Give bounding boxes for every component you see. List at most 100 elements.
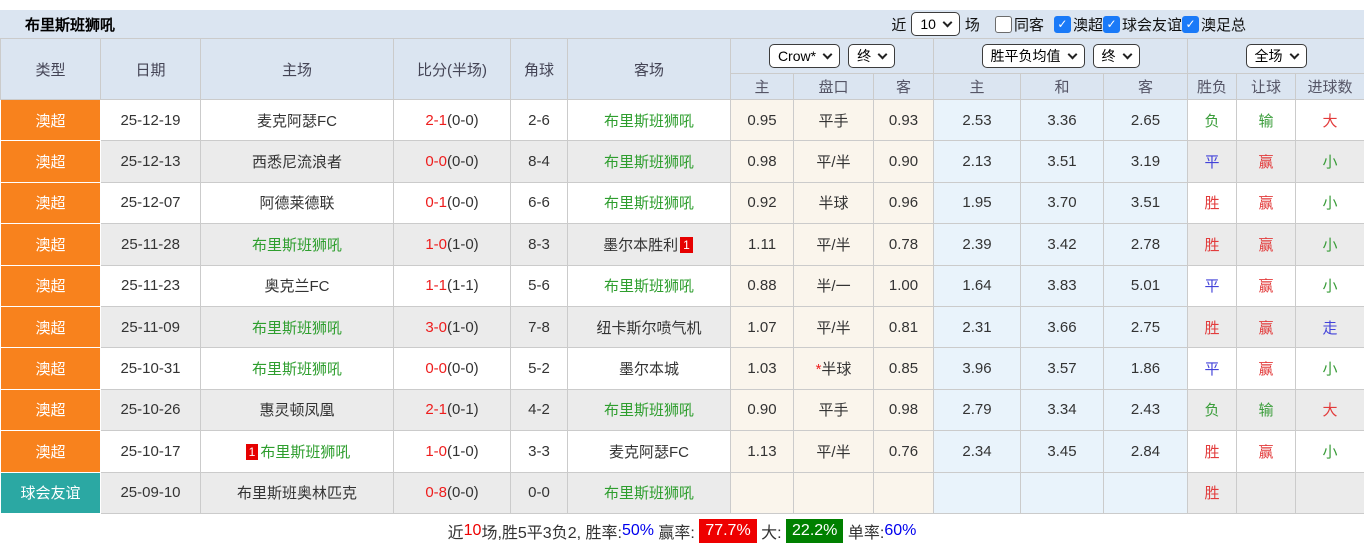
cell-odds-handicap: 平/半 — [794, 306, 874, 347]
sub-header-handicap: 盘口 — [794, 74, 874, 100]
sub-header-avg-draw: 和 — [1021, 74, 1104, 100]
cell-away-team: 麦克阿瑟FC — [568, 431, 731, 472]
cell-corners: 3-3 — [511, 431, 568, 472]
cell-result-goals: 大 — [1296, 100, 1364, 141]
cell-result-wdl: 胜 — [1188, 472, 1237, 513]
cell-date: 25-12-13 — [101, 141, 201, 182]
cell-score: 1-0(1-0) — [394, 224, 511, 265]
cell-score: 2-1(0-0) — [394, 100, 511, 141]
result-text: 负 — [1204, 113, 1219, 130]
red-card-badge: 1 — [246, 444, 259, 460]
cell-away-team: 布里斯班狮吼 — [568, 265, 731, 306]
team-name: 布里斯班奥林匹克 — [237, 485, 357, 502]
cell-avg-home: 2.34 — [934, 431, 1021, 472]
avg-metric-select[interactable]: 胜平负均值 — [982, 44, 1085, 68]
cell-odds-away: 0.78 — [874, 224, 934, 265]
team-name: 西悉尼流浪者 — [252, 154, 342, 171]
cell-avg-draw: 3.83 — [1021, 265, 1104, 306]
full-score: 3-0 — [425, 319, 447, 336]
cell-home-team: 布里斯班狮吼 — [201, 224, 394, 265]
team-name: 布里斯班狮吼 — [604, 485, 694, 502]
match-row: 澳超25-12-07阿德莱德联0-1(0-0)6-6布里斯班狮吼0.92半球0.… — [1, 182, 1364, 223]
cell-avg-draw: 3.70 — [1021, 182, 1104, 223]
result-text: 胜 — [1204, 237, 1219, 254]
header-away: 客场 — [568, 39, 731, 100]
summary-segment: 60% — [884, 522, 916, 540]
cell-result-wdl: 胜 — [1188, 224, 1237, 265]
cell-avg-draw: 3.45 — [1021, 431, 1104, 472]
scope-select[interactable]: 全场 — [1246, 44, 1307, 68]
cell-odds-home: 1.03 — [731, 348, 794, 389]
result-text: 小 — [1323, 361, 1338, 378]
cell-score: 3-0(1-0) — [394, 306, 511, 347]
summary-line: 近10场,胜5平3负2, 胜率:50% 赢率: 77.7% 大: 22.2% 单… — [0, 514, 1364, 549]
cell-result-wdl: 负 — [1188, 389, 1237, 430]
result-text: 负 — [1204, 402, 1219, 419]
header-result-group: 全场 — [1188, 39, 1364, 74]
cell-result-goals: 小 — [1296, 141, 1364, 182]
cell-corners: 8-4 — [511, 141, 568, 182]
match-history-table: 类型 日期 主场 比分(半场) 角球 客场 Crow* 终 — [0, 38, 1364, 514]
header-score: 比分(半场) — [394, 39, 511, 100]
full-score: 1-1 — [425, 277, 447, 294]
result-text: 平 — [1204, 361, 1219, 378]
cell-away-team: 布里斯班狮吼 — [568, 389, 731, 430]
cell-home-team: 奥克兰FC — [201, 265, 394, 306]
odds-company-select[interactable]: Crow* — [769, 44, 840, 68]
cell-date: 25-10-26 — [101, 389, 201, 430]
result-text: 大 — [1323, 402, 1338, 419]
cell-corners: 2-6 — [511, 100, 568, 141]
cell-avg-draw: 3.42 — [1021, 224, 1104, 265]
checkbox-icon[interactable]: ✓ — [1182, 16, 1199, 33]
cell-odds-home: 1.11 — [731, 224, 794, 265]
summary-segment: 50% — [622, 522, 654, 540]
result-text: 小 — [1323, 154, 1338, 171]
filter-checkbox-item: ✓同客 — [995, 14, 1044, 35]
cell-avg-home: 2.79 — [934, 389, 1021, 430]
cell-result-handicap: 输 — [1237, 100, 1296, 141]
cell-avg-away: 2.65 — [1104, 100, 1188, 141]
checkbox-icon[interactable]: ✓ — [1054, 16, 1071, 33]
avg-state-select[interactable]: 终 — [1093, 44, 1140, 68]
cell-avg-home: 1.95 — [934, 182, 1021, 223]
result-text: 赢 — [1258, 320, 1273, 337]
full-score: 0-0 — [425, 360, 447, 377]
sub-header-handicap-result: 让球 — [1237, 74, 1296, 100]
chevron-down-icon — [878, 49, 888, 59]
match-row: 澳超25-11-23奥克兰FC1-1(1-1)5-6布里斯班狮吼0.88半/一1… — [1, 265, 1364, 306]
summary-segment: 场,胜5平3负2, 胜率: — [481, 519, 621, 543]
cell-avg-draw: 3.36 — [1021, 100, 1104, 141]
cell-odds-handicap: 平/半 — [794, 141, 874, 182]
cell-away-team: 布里斯班狮吼 — [568, 141, 731, 182]
cell-odds-handicap: 平/半 — [794, 224, 874, 265]
cell-score: 1-0(1-0) — [394, 431, 511, 472]
cell-competition: 澳超 — [1, 141, 101, 182]
result-text: 大 — [1323, 113, 1338, 130]
cell-avg-home: 2.13 — [934, 141, 1021, 182]
chevron-down-icon — [1289, 49, 1299, 59]
result-text: 小 — [1323, 278, 1338, 295]
recent-count-select[interactable]: 10 — [911, 12, 960, 36]
summary-segment: 10 — [464, 522, 482, 540]
result-text: 小 — [1323, 195, 1338, 212]
cell-corners: 4-2 — [511, 389, 568, 430]
checkbox-icon[interactable]: ✓ — [995, 16, 1012, 33]
cell-odds-home: 0.92 — [731, 182, 794, 223]
half-score: (1-0) — [447, 236, 479, 253]
checkbox-icon[interactable]: ✓ — [1103, 16, 1120, 33]
summary-segment: 单率: — [843, 519, 884, 543]
cell-result-wdl: 胜 — [1188, 306, 1237, 347]
result-text: 赢 — [1258, 195, 1273, 212]
cell-avg-away: 5.01 — [1104, 265, 1188, 306]
cell-date: 25-12-07 — [101, 182, 201, 223]
half-score: (0-0) — [447, 194, 479, 211]
cell-avg-away: 2.78 — [1104, 224, 1188, 265]
cell-score: 0-1(0-0) — [394, 182, 511, 223]
cell-corners: 5-6 — [511, 265, 568, 306]
cell-result-handicap: 赢 — [1237, 348, 1296, 389]
filter-checkbox-item: ✓球会友谊 — [1103, 14, 1182, 35]
odds-state-select[interactable]: 终 — [848, 44, 895, 68]
match-row: 澳超25-10-26惠灵顿凤凰2-1(0-1)4-2布里斯班狮吼0.90平手0.… — [1, 389, 1364, 430]
cell-result-goals: 大 — [1296, 389, 1364, 430]
cell-competition: 澳超 — [1, 306, 101, 347]
